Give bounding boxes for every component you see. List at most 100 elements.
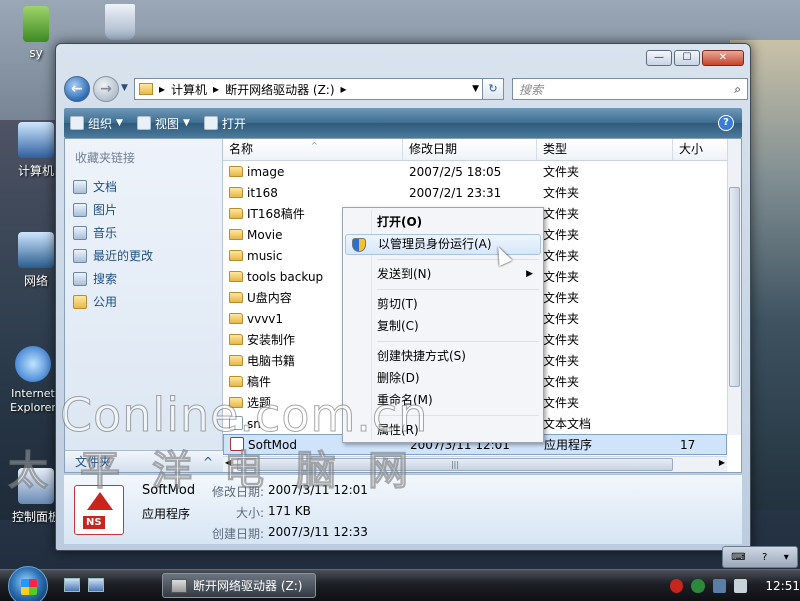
table-row[interactable]: it168 2007/2/1 23:31 文件夹 (223, 182, 727, 203)
open-button[interactable]: 打开 (203, 115, 246, 132)
cell-date: 2007/2/5 18:05 (403, 165, 537, 179)
column-header-type[interactable]: 类型 (537, 139, 673, 160)
keyboard-icon[interactable]: ⌨ (731, 552, 745, 563)
language-bar[interactable]: ⌨ ? ▾ (722, 546, 798, 568)
nav-item-recently-changed[interactable]: 最近的更改 (73, 244, 153, 267)
recent-pages-dropdown[interactable]: ▼ (121, 83, 128, 93)
desktop-icon-recycle-bin[interactable] (90, 4, 150, 44)
cell-type: 文件夹 (537, 184, 673, 201)
security-alert-icon[interactable] (670, 579, 684, 593)
taskbar-window-button[interactable]: 断开网络驱动器 (Z:) (162, 573, 316, 598)
address-segment-computer[interactable]: 计算机 (171, 81, 207, 98)
scroll-right-icon[interactable]: ▶ (719, 458, 725, 467)
drive-icon (171, 578, 187, 593)
cell-type: 文件夹 (537, 394, 673, 411)
folder-icon (229, 334, 243, 345)
chevron-down-icon: ▼ (116, 118, 123, 128)
address-segment-drive[interactable]: 断开网络驱动器 (Z:) (225, 81, 334, 98)
defender-icon[interactable] (691, 579, 705, 593)
watermark-chinese: 太平洋电脑网 (8, 448, 440, 495)
recent-icon (73, 248, 87, 263)
menu-item-cut[interactable]: 剪切(T) (345, 294, 541, 315)
nav-item-documents[interactable]: 文档 (73, 175, 153, 198)
cell-type: 文本文档 (537, 415, 673, 432)
start-button[interactable] (8, 566, 48, 601)
submenu-arrow-icon: ▶ (526, 269, 533, 279)
chevron-down-icon: ▼ (182, 118, 190, 128)
cell-type: 文件夹 (537, 331, 673, 348)
cell-text: 稿件 (247, 375, 272, 389)
cell-text: 文件夹 (543, 396, 580, 410)
folder-icon (229, 292, 243, 303)
cell-text: 文件夹 (543, 375, 580, 389)
cell-text: 2007/2/5 18:05 (409, 164, 502, 179)
cell-text: 文件夹 (543, 207, 580, 221)
taskbar: 断开网络驱动器 (Z:) 12:51 (0, 566, 800, 601)
network-icon[interactable] (712, 579, 727, 593)
help-icon[interactable]: ? (762, 552, 767, 563)
menu-item-copy[interactable]: 复制(C) (345, 316, 541, 337)
cell-text: 文件夹 (543, 165, 580, 179)
address-row: ← → ▼ ▸ 计算机 ▸ 断开网络驱动器 (Z:) ▸ ▼ ↻ 搜索 ⌕ (64, 76, 748, 104)
nav-item-music[interactable]: 音乐 (73, 221, 153, 244)
nav-item-public[interactable]: 公用 (73, 290, 153, 313)
cell-size: 17 (674, 438, 724, 452)
menu-item-delete[interactable]: 删除(D) (345, 368, 541, 389)
nav-item-pictures[interactable]: 图片 (73, 198, 153, 221)
address-bar[interactable]: ▸ 计算机 ▸ 断开网络驱动器 (Z:) ▸ ▼ (134, 78, 484, 100)
menu-item-open[interactable]: 打开(O) (345, 212, 541, 233)
volume-icon[interactable] (734, 579, 748, 593)
computer-icon (18, 122, 54, 158)
desktop-icon-label: 计算机 (17, 164, 54, 178)
cell-type: 文件夹 (537, 310, 673, 327)
created-value: 2007/3/11 12:33 (268, 525, 368, 539)
options-icon[interactable]: ▾ (784, 552, 789, 563)
desktop-icon-ie[interactable]: Internet Explorer (4, 346, 62, 414)
views-button[interactable]: 视图 ▼ (136, 115, 190, 132)
switch-windows-icon[interactable] (88, 578, 104, 592)
menu-item-run-as-admin[interactable]: 以管理员身份运行(A) (345, 234, 541, 255)
folder-icon (229, 208, 243, 219)
forward-button[interactable]: → (93, 76, 119, 102)
scroll-thumb[interactable] (729, 187, 740, 387)
menu-item-create-shortcut[interactable]: 创建快捷方式(S) (345, 346, 541, 367)
address-dropdown-icon[interactable]: ▼ (472, 84, 479, 94)
organize-button[interactable]: 组织 ▼ (70, 115, 123, 132)
minimize-button[interactable]: — (646, 50, 672, 66)
vertical-scrollbar[interactable] (727, 139, 741, 435)
window-controls: — ☐ ✕ (646, 50, 744, 66)
search-icon[interactable]: ⌕ (734, 82, 741, 97)
help-button[interactable]: ? (718, 115, 734, 131)
cell-text: 应用程序 (544, 438, 593, 452)
recycle-bin-icon (105, 4, 135, 40)
column-header-name[interactable]: ^ 名称 (223, 139, 403, 160)
menu-item-label: 剪切(T) (377, 297, 418, 311)
cell-name: it168 (223, 186, 403, 200)
views-label: 视图 (154, 116, 179, 131)
cell-text: 文本文档 (543, 417, 592, 431)
folder-icon (229, 376, 243, 387)
search-input[interactable]: 搜索 ⌕ (512, 78, 748, 100)
nav-item-searches[interactable]: 搜索 (73, 267, 153, 290)
cell-text: 电脑书籍 (247, 354, 296, 368)
column-header-date[interactable]: 修改日期 (403, 139, 537, 160)
cell-text: 文件夹 (543, 228, 580, 242)
cell-type: 文件夹 (537, 373, 673, 390)
clock[interactable]: 12:51 (765, 579, 800, 593)
cell-text: IT168稿件 (247, 207, 305, 221)
folder-icon (229, 186, 243, 198)
nav-item-label: 图片 (93, 203, 118, 217)
table-row[interactable]: image 2007/2/5 18:05 文件夹 (223, 161, 727, 182)
details-file-type: 应用程序 (142, 507, 191, 521)
back-button[interactable]: ← (64, 76, 90, 102)
menu-item-send-to[interactable]: 发送到(N) ▶ (345, 264, 541, 285)
cell-text: 文件夹 (543, 249, 580, 263)
close-button[interactable]: ✕ (702, 50, 744, 66)
maximize-button[interactable]: ☐ (674, 50, 700, 66)
menu-item-label: 创建快捷方式(S) (377, 349, 466, 363)
address-separator: ▸ (340, 82, 347, 96)
show-desktop-icon[interactable] (64, 578, 80, 592)
cell-type: 应用程序 (538, 436, 674, 453)
refresh-button[interactable]: ↻ (482, 78, 504, 100)
organize-icon (70, 116, 84, 130)
